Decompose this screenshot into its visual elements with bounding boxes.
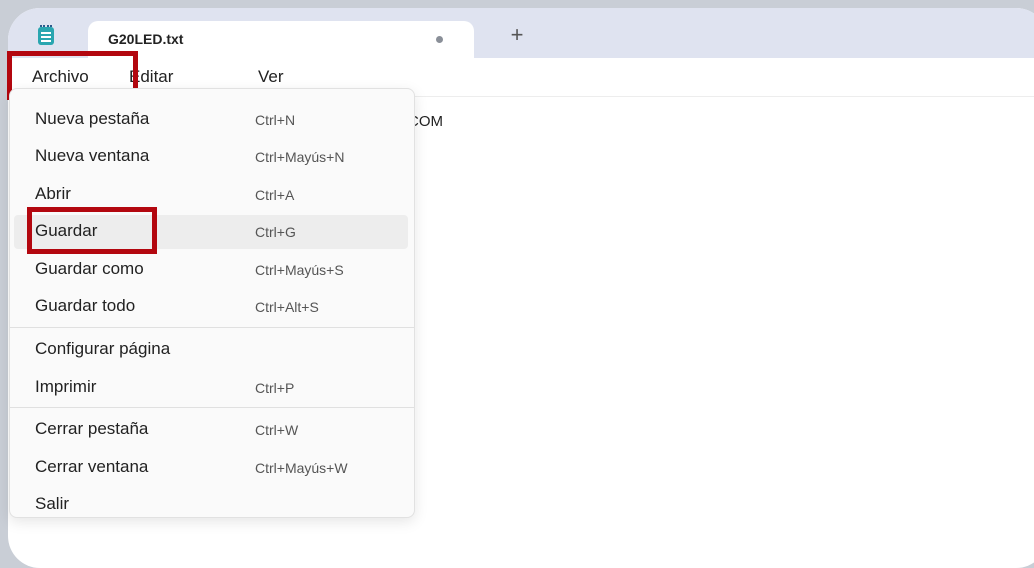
menu-item-shortcut: Ctrl+Alt+S xyxy=(255,299,319,315)
menu-item-label: Guardar todo xyxy=(35,296,136,315)
file-menu-dropdown: Nueva pestaña Ctrl+N Nueva ventana Ctrl+… xyxy=(9,88,415,518)
menu-item-label: Nueva pestaña xyxy=(35,109,150,128)
menu-item-nueva-ventana[interactable]: Nueva ventana Ctrl+Mayús+N xyxy=(10,140,414,174)
notepad-icon xyxy=(38,25,54,45)
tab-title: G20LED.txt xyxy=(108,31,184,47)
menu-item-shortcut: Ctrl+Mayús+W xyxy=(255,460,348,476)
menu-item-label: Salir xyxy=(35,494,70,513)
menu-item-label: Configurar página xyxy=(35,339,171,358)
menu-item-shortcut: Ctrl+A xyxy=(255,187,295,203)
menu-separator xyxy=(10,407,414,408)
menu-item-label: Imprimir xyxy=(35,377,97,396)
menu-separator xyxy=(10,327,414,328)
tab-g20led[interactable]: G20LED.txt xyxy=(88,21,474,58)
menu-item-shortcut: Ctrl+N xyxy=(255,112,296,128)
title-bar: G20LED.txt + xyxy=(8,8,1034,58)
menu-item-salir[interactable]: Salir xyxy=(10,488,414,522)
menu-item-shortcut: Ctrl+Mayús+S xyxy=(255,262,344,278)
menu-item-shortcut: Ctrl+G xyxy=(255,224,296,240)
menu-item-label: Cerrar ventana xyxy=(35,457,149,476)
highlight-box-guardar xyxy=(27,207,157,254)
menu-item-configurar-pagina[interactable]: Configurar página xyxy=(10,333,414,367)
menu-item-nueva-pestana[interactable]: Nueva pestaña Ctrl+N xyxy=(10,103,414,137)
menu-item-shortcut: Ctrl+P xyxy=(255,380,295,396)
menu-item-guardar-todo[interactable]: Guardar todo Ctrl+Alt+S xyxy=(10,290,414,324)
new-tab-button[interactable]: + xyxy=(504,24,530,46)
menu-item-shortcut: Ctrl+W xyxy=(255,422,299,438)
menu-item-cerrar-pestana[interactable]: Cerrar pestaña Ctrl+W xyxy=(10,413,414,447)
menu-item-label: Abrir xyxy=(35,184,71,203)
menu-item-shortcut: Ctrl+Mayús+N xyxy=(255,149,345,165)
menu-item-imprimir[interactable]: Imprimir Ctrl+P xyxy=(10,371,414,405)
menu-item-label: Guardar como xyxy=(35,259,144,278)
menu-item-label: Nueva ventana xyxy=(35,146,150,165)
menu-item-cerrar-ventana[interactable]: Cerrar ventana Ctrl+Mayús+W xyxy=(10,451,414,485)
unsaved-dot-icon xyxy=(436,36,443,43)
menu-item-label: Cerrar pestaña xyxy=(35,419,149,438)
menu-item-guardar-como[interactable]: Guardar como Ctrl+Mayús+S xyxy=(10,253,414,287)
